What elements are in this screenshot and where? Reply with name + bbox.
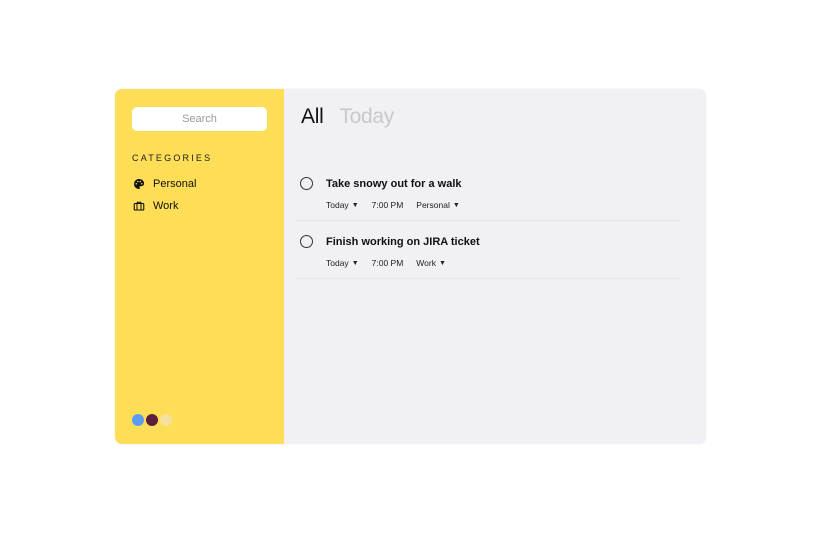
caret-down-icon: ▼ — [438, 259, 446, 267]
tab-bar: All Today — [301, 105, 394, 129]
caret-down-icon: ▼ — [351, 201, 359, 209]
category-value: Work — [416, 258, 436, 268]
sidebar-item-work[interactable]: Work — [132, 199, 178, 212]
time-field[interactable]: 7:00 PM — [372, 258, 404, 268]
task-title[interactable]: Finish working on JIRA ticket — [326, 236, 480, 248]
due-date-value: Today — [326, 200, 349, 210]
time-field[interactable]: 7:00 PM — [372, 200, 404, 210]
briefcase-icon — [132, 199, 145, 212]
due-date-dropdown[interactable]: Today ▼ — [326, 258, 359, 268]
search-input[interactable] — [132, 107, 267, 131]
time-value: 7:00 PM — [371, 200, 404, 210]
theme-swatch-plum[interactable] — [146, 414, 158, 426]
theme-swatch-cream[interactable] — [160, 414, 172, 426]
task-checkbox[interactable] — [300, 235, 313, 248]
task-row: Take snowy out for a walk Today ▼ 7:00 P… — [295, 163, 680, 221]
category-dropdown[interactable]: Work ▼ — [416, 258, 446, 268]
task-meta: Today ▼ 7:00 PM Personal ▼ — [326, 200, 473, 210]
task-row: Finish working on JIRA ticket Today ▼ 7:… — [295, 221, 680, 279]
task-checkbox[interactable] — [300, 177, 313, 190]
caret-down-icon: ▼ — [351, 259, 359, 267]
sidebar-item-label: Personal — [153, 177, 197, 190]
theme-swatch-blue[interactable] — [132, 414, 144, 426]
tab-today[interactable]: Today — [339, 105, 394, 129]
sidebar-item-label: Work — [153, 199, 179, 212]
caret-down-icon: ▼ — [452, 201, 460, 209]
categories-heading: CATEGORIES — [132, 153, 213, 163]
tab-all[interactable]: All — [301, 105, 324, 129]
theme-swatches — [132, 414, 172, 426]
due-date-value: Today — [326, 258, 349, 268]
palette-icon — [132, 177, 145, 190]
task-meta: Today ▼ 7:00 PM Work ▼ — [326, 258, 459, 268]
sidebar: CATEGORIES Personal — [115, 89, 284, 444]
main-panel: All Today Take snowy out for a walk Toda… — [284, 89, 706, 444]
sidebar-item-personal[interactable]: Personal — [132, 177, 196, 190]
due-date-dropdown[interactable]: Today ▼ — [326, 200, 359, 210]
task-title[interactable]: Take snowy out for a walk — [326, 178, 462, 190]
time-value: 7:00 PM — [371, 258, 404, 268]
category-dropdown[interactable]: Personal ▼ — [416, 200, 460, 210]
todo-app-window: CATEGORIES Personal — [115, 89, 706, 444]
category-value: Personal — [416, 200, 450, 210]
